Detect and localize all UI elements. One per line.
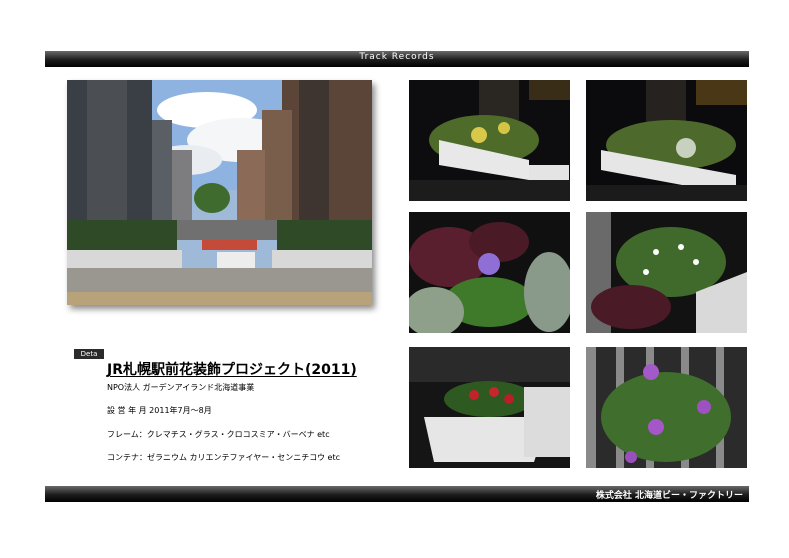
footer-bar: 株式会社 北海道ビー・ファクトリー (45, 486, 749, 502)
container-text: コンテナ：ゼラニウム カリエンテファイヤー・センニチコウ etc (107, 453, 340, 462)
frame-text: フレーム：クレマチス・グラス・クロコスミア・バーベナ etc (107, 430, 330, 439)
company-name: 株式会社 北海道ビー・ファクトリー (595, 491, 743, 501)
night-planter-photo-2 (586, 80, 747, 201)
night-planter-photo-1 (409, 80, 570, 201)
project-title: JR札幌駅前花装飾プロジェクト(2011) (107, 362, 357, 378)
header-bar: Track Records (45, 51, 749, 67)
main-street-photo (67, 80, 372, 305)
purple-foliage-photo (409, 212, 570, 333)
period-text: 設 営 年 月 2011年7月～8月 (107, 406, 212, 415)
details-tag: Deta (74, 349, 104, 359)
white-flowers-photo (586, 212, 747, 333)
geranium-planter-photo (409, 347, 570, 468)
header-title: Track Records (359, 52, 435, 62)
organization-text: NPO法人 ガーデンアイランド北海道事業 (107, 383, 255, 392)
clematis-frame-photo (586, 347, 747, 468)
